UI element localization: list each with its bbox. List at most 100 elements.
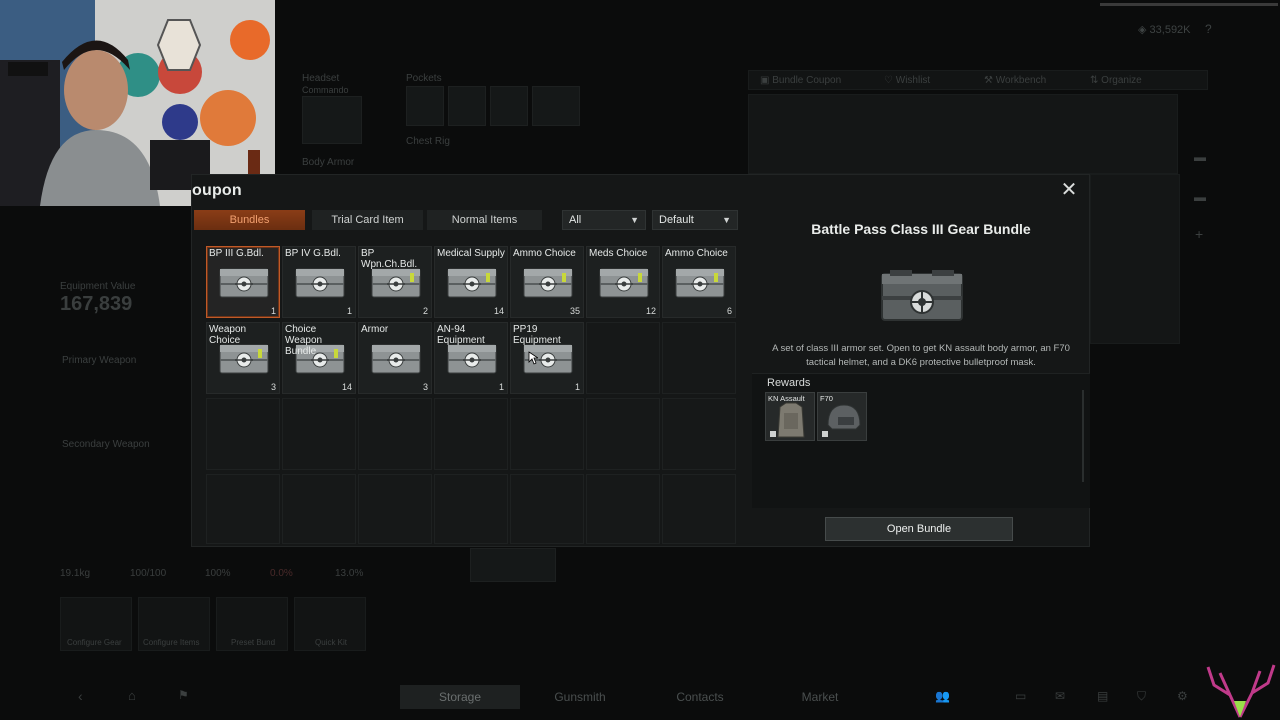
stat-percent-2: 0.0% <box>270 568 293 579</box>
currency-value: 33,592K <box>1149 24 1191 36</box>
quick-kit-button[interactable]: Quick Kit <box>294 597 366 651</box>
bundle-item-name: Weapon Choice <box>209 324 247 346</box>
empty-slot <box>510 398 584 470</box>
bundle-item-count: 1 <box>498 382 504 392</box>
bundle-item-count: 14 <box>341 382 352 392</box>
configure-items-button[interactable]: Configure Items <box>138 597 210 651</box>
bundle-description: A set of class III armor set. Open to ge… <box>772 343 1070 368</box>
crate-icon <box>599 268 649 298</box>
sort-dropdown-value: Default <box>659 214 694 226</box>
bundle-item[interactable]: PP19 Equipment 1 <box>510 322 584 394</box>
empty-slot <box>586 398 660 470</box>
tab-bundle-coupon[interactable]: ▣ Bundle Coupon <box>760 75 841 86</box>
open-bundle-button[interactable]: Open Bundle <box>825 517 1013 541</box>
bundle-coupon-dialog: oupon ✕ Bundles Trial Card Item Normal I… <box>191 174 1090 547</box>
empty-slot <box>662 398 736 470</box>
side-icon-1[interactable]: ▬ <box>1194 150 1206 164</box>
tab-organize[interactable]: ⇅ Organize <box>1090 75 1142 86</box>
nav-tab-storage[interactable]: Storage <box>400 685 520 709</box>
pocket-slot-3[interactable] <box>490 86 528 126</box>
tab-bundles[interactable]: Bundles <box>194 210 305 230</box>
bundle-item-count: 2 <box>422 306 428 316</box>
configure-gear-button[interactable]: Configure Gear <box>60 597 132 651</box>
nav-tab-market[interactable]: Market <box>760 685 880 709</box>
bundle-item-name: Ammo Choice <box>513 248 576 259</box>
back-icon[interactable]: ‹ <box>78 688 83 704</box>
reward-item[interactable]: KN Assault <box>765 392 815 441</box>
bundle-item[interactable]: BP III G.Bdl. 1 <box>206 246 280 318</box>
chat-icon[interactable]: ▭ <box>1015 689 1026 703</box>
rewards-scrollbar[interactable] <box>1082 390 1084 482</box>
tab-bundle-coupon-label: Bundle Coupon <box>772 75 842 86</box>
reward-item[interactable]: F70 <box>817 392 867 441</box>
empty-slot <box>206 474 280 544</box>
bundle-item[interactable]: Medical Supply 14 <box>434 246 508 318</box>
crate-icon <box>219 268 269 298</box>
bundle-item-count: 3 <box>270 382 276 392</box>
tab-trial-card-item[interactable]: Trial Card Item <box>312 210 423 230</box>
tab-organize-label: Organize <box>1101 75 1142 86</box>
filter-dropdown[interactable]: All ▼ <box>562 210 646 230</box>
home-icon[interactable]: ⌂ <box>128 688 136 703</box>
add-icon[interactable]: + <box>1195 226 1203 242</box>
tab-wishlist[interactable]: ♡ Wishlist <box>884 75 930 86</box>
tab-workbench[interactable]: ⚒ Workbench <box>984 75 1046 86</box>
bundle-item-count: 6 <box>726 306 732 316</box>
headset-label: Headset <box>302 73 340 84</box>
chest-rig-label: Chest Rig <box>406 136 450 147</box>
bundle-item[interactable]: BP Wpn.Ch.Bdl. 2 <box>358 246 432 318</box>
side-icon-2[interactable]: ▬ <box>1194 190 1206 204</box>
flag-icon[interactable]: ⚑ <box>178 688 189 702</box>
storage-grid <box>748 94 1178 174</box>
pocket-slot-2[interactable] <box>448 86 486 126</box>
bundle-item-name: Armor <box>361 324 389 335</box>
nav-tab-contacts[interactable]: Contacts <box>640 685 760 709</box>
empty-slot <box>586 474 660 544</box>
bundle-item[interactable]: Meds Choice 12 <box>586 246 660 318</box>
bundle-item[interactable]: Ammo Choice 6 <box>662 246 736 318</box>
tab-normal-items[interactable]: Normal Items <box>427 210 542 230</box>
game-screen: ◈ 33,592K ? Headset Commando Body Armor … <box>0 0 1280 720</box>
bundle-item-name: AN-94 Equipment <box>437 324 485 346</box>
nav-tab-gunsmith[interactable]: Gunsmith <box>520 685 640 709</box>
bundle-item-count: 3 <box>422 382 428 392</box>
crate-icon <box>295 268 345 298</box>
empty-slot <box>662 322 736 394</box>
bundle-item[interactable]: AN-94 Equipment 1 <box>434 322 508 394</box>
bundle-item[interactable]: Choice Weapon Bundle 14 <box>282 322 356 394</box>
bundle-item-count: 12 <box>645 306 656 316</box>
bundle-item[interactable]: Ammo Choice 35 <box>510 246 584 318</box>
headset-value: Commando <box>302 85 349 95</box>
headset-slot[interactable] <box>302 96 362 144</box>
chevron-down-icon: ▼ <box>630 215 639 225</box>
chevron-down-icon: ▼ <box>722 215 731 225</box>
pocket-slot-1[interactable] <box>406 86 444 126</box>
preset-bundle-button[interactable]: Preset Bund <box>216 597 288 651</box>
bundle-item[interactable]: BP IV G.Bdl. 1 <box>282 246 356 318</box>
dialog-title: oupon <box>192 182 242 199</box>
weapon-slot[interactable] <box>470 548 556 582</box>
bundle-detail-title: Battle Pass Class III Gear Bundle <box>811 221 1031 237</box>
sort-dropdown[interactable]: Default ▼ <box>652 210 738 230</box>
storage-grid-right <box>1090 174 1180 344</box>
tab-wishlist-label: Wishlist <box>895 75 931 86</box>
close-button[interactable]: ✕ <box>1059 180 1079 201</box>
mouse-cursor-icon <box>528 351 538 365</box>
shield-icon[interactable]: ⛉ <box>1137 689 1146 704</box>
bag-icon[interactable]: ▤ <box>1097 689 1108 703</box>
bundle-item-name: Ammo Choice <box>665 248 728 259</box>
settings-gear-icon[interactable]: ⚙ <box>1177 689 1188 703</box>
friends-icon[interactable]: 👥 <box>935 689 950 703</box>
quick-kit-label: Quick Kit <box>315 638 348 647</box>
bundle-item-name: BP III G.Bdl. <box>209 248 264 259</box>
bundle-item-name: PP19 Equipment <box>513 324 561 346</box>
pocket-slot-4[interactable] <box>532 86 580 126</box>
empty-slot <box>358 398 432 470</box>
bundle-item[interactable]: Armor 3 <box>358 322 432 394</box>
bundle-item-count: 35 <box>569 306 580 316</box>
help-icon[interactable]: ? <box>1205 22 1212 36</box>
bundle-item[interactable]: Weapon Choice 3 <box>206 322 280 394</box>
empty-slot <box>434 398 508 470</box>
primary-weapon-label: Primary Weapon <box>62 355 137 366</box>
mail-icon[interactable]: ✉ <box>1055 689 1065 703</box>
